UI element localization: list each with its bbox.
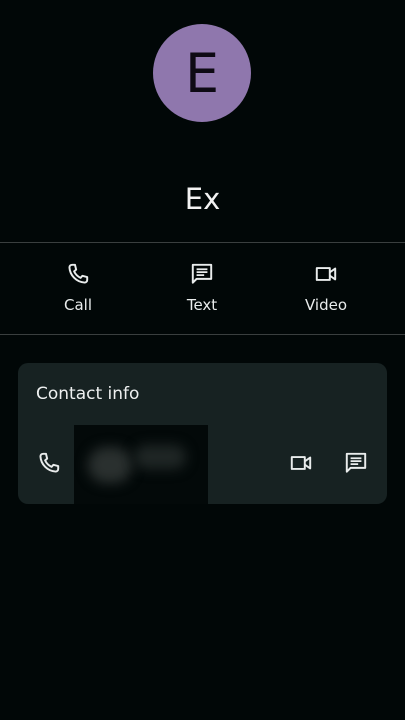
call-label: Call — [63, 296, 92, 314]
phone-icon — [68, 263, 89, 284]
blur-patch — [134, 445, 186, 469]
phone-number-redacted[interactable] — [74, 425, 208, 504]
contact-info-card: Contact info — [18, 363, 387, 504]
divider-bottom — [0, 334, 405, 335]
contact-name: Ex — [184, 182, 221, 216]
text-label: Text — [186, 296, 218, 314]
video-button[interactable]: Video — [271, 243, 381, 333]
call-button[interactable]: Call — [23, 243, 133, 333]
text-button[interactable]: Text — [147, 243, 257, 333]
quick-actions: Call Text Video — [0, 243, 405, 333]
avatar-initial: E — [184, 42, 220, 105]
phone-icon[interactable] — [36, 450, 62, 476]
video-call-icon[interactable] — [288, 450, 314, 476]
video-label: Video — [304, 296, 348, 314]
contact-info-title: Contact info — [36, 384, 140, 404]
contact-avatar: E — [153, 24, 251, 122]
message-icon — [191, 263, 213, 284]
blur-patch — [88, 447, 132, 483]
message-icon[interactable] — [343, 450, 369, 476]
video-icon — [315, 267, 337, 281]
